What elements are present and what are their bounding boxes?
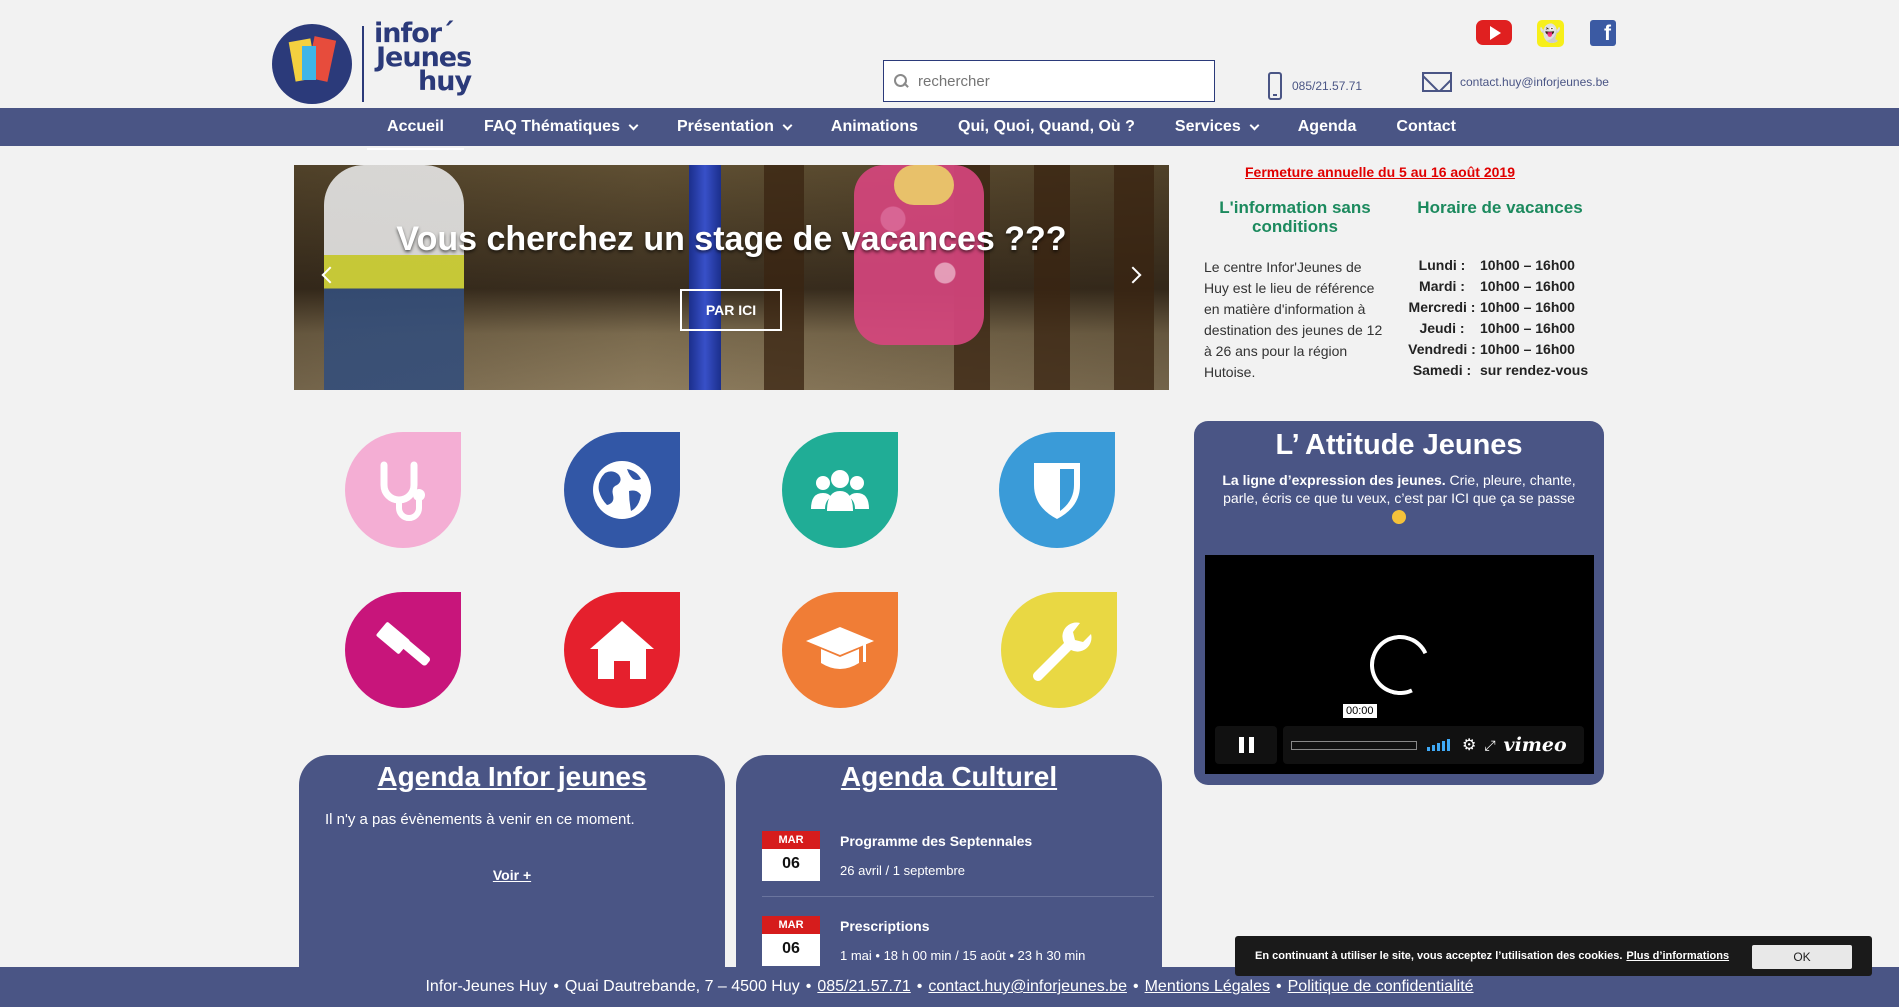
hours-row: Mercredi :10h00 – 16h00 <box>1408 299 1575 315</box>
nav-item-accueil[interactable]: Accueil <box>367 108 464 150</box>
header-email[interactable]: contact.huy@inforjeunes.be <box>1422 72 1609 92</box>
vimeo-logo[interactable]: vimeo <box>1504 734 1567 756</box>
phone-icon <box>1268 72 1282 100</box>
hours-row: Lundi :10h00 – 16h00 <box>1418 257 1575 273</box>
event-item[interactable]: MAR 06 Prescriptions 1 mai • 18 h 00 min… <box>762 916 1154 966</box>
house-icon <box>590 621 654 679</box>
footer-phone-link[interactable]: 085/21.57.71 <box>817 978 910 996</box>
pause-button[interactable] <box>1215 726 1277 764</box>
theme-protection[interactable] <box>999 432 1115 548</box>
youtube-icon[interactable] <box>1476 20 1512 45</box>
video-player[interactable]: 00:00 ⚙ ⤢ vimeo <box>1205 555 1594 774</box>
chevron-down-icon <box>1249 120 1260 130</box>
video-time: 00:00 <box>1343 704 1377 718</box>
agenda-infor-title[interactable]: Agenda Infor jeunes <box>299 761 725 793</box>
globe-icon <box>593 461 651 519</box>
event-dates: 1 mai • 18 h 00 min / 15 août • 23 h 30 … <box>840 948 1086 963</box>
fullscreen-icon[interactable]: ⤢ <box>1484 737 1495 754</box>
agenda-empty-message: Il n'y a pas évènements à venir en ce mo… <box>325 811 635 828</box>
attitude-jeunes-panel: L’ Attitude Jeunes La ligne d’expression… <box>1194 421 1604 785</box>
hours-row: Samedi : sur rendez-vous <box>1412 362 1589 378</box>
theme-services[interactable] <box>1001 592 1117 708</box>
nav-item-qui-quoi[interactable]: Qui, Quoi, Quand, Où ? <box>938 108 1155 146</box>
gear-icon[interactable]: ⚙ <box>1462 735 1476 755</box>
cookie-more-link[interactable]: Plus d’informations <box>1626 950 1729 962</box>
nav-item-presentation[interactable]: Présentation <box>657 108 811 146</box>
video-scrubber[interactable] <box>1291 740 1417 750</box>
cookie-text: En continuant à utiliser le site, vous a… <box>1255 950 1623 962</box>
loading-spinner-icon <box>1361 626 1439 704</box>
search-box[interactable] <box>883 60 1215 102</box>
stethoscope-icon <box>380 461 425 521</box>
attitude-text: La ligne d’expression des jeunes. Crie, … <box>1210 471 1588 525</box>
main-nav: Accueil FAQ Thématiques Présentation Ani… <box>0 108 1899 150</box>
header-email-address: contact.huy@inforjeunes.be <box>1460 75 1609 89</box>
chevron-down-icon <box>782 120 793 130</box>
theme-justice[interactable] <box>345 592 461 708</box>
hours-title: Horaire de vacances <box>1417 198 1583 217</box>
gavel-icon <box>376 622 431 666</box>
hero-title: Vous cherchez un stage de vacances ??? <box>396 220 1067 258</box>
theme-health[interactable] <box>345 432 461 548</box>
nav-item-animations[interactable]: Animations <box>811 108 938 146</box>
shield-icon <box>1034 463 1080 519</box>
graduation-cap-icon <box>806 627 874 669</box>
event-dates: 26 avril / 1 septembre <box>840 863 966 878</box>
closure-notice[interactable]: Fermeture annuelle du 5 au 16 août 2019 <box>1190 164 1570 180</box>
nav-item-services[interactable]: Services <box>1155 108 1278 146</box>
group-icon <box>811 470 869 511</box>
nav-item-faq[interactable]: FAQ Thématiques <box>464 108 657 146</box>
envelope-icon <box>1422 72 1452 92</box>
header-phone-number: 085/21.57.71 <box>1292 79 1363 93</box>
site-header: infor´ Jeunes huy 👻 f 085/21.57.71 conta… <box>0 0 1899 108</box>
wrench-icon <box>1033 622 1092 681</box>
footer-privacy-link[interactable]: Politique de confidentialité <box>1288 978 1474 996</box>
theme-education[interactable] <box>782 592 898 708</box>
event-title[interactable]: Prescriptions <box>840 918 1085 934</box>
calendar-date-badge: MAR 06 <box>762 916 820 966</box>
footer-org: Infor-Jeunes Huy <box>425 978 548 995</box>
footer-legal-link[interactable]: Mentions Légales <box>1145 978 1270 996</box>
chevron-down-icon <box>628 120 639 130</box>
event-item[interactable]: MAR 06 Programme des Septennales 26 avri… <box>762 831 1154 897</box>
hero-slider: Vous cherchez un stage de vacances ??? P… <box>294 165 1169 390</box>
hours-table: Lundi :10h00 – 16h00 Mardi :10h00 – 16h0… <box>1404 255 1588 381</box>
footer-email-link[interactable]: contact.huy@inforjeunes.be <box>928 978 1127 996</box>
volume-icon[interactable] <box>1427 739 1450 751</box>
hours-row: Mardi :10h00 – 16h00 <box>1419 278 1575 294</box>
agenda-more-link[interactable]: Voir + <box>299 867 725 883</box>
info-title: L'information sans conditions <box>1219 198 1371 236</box>
theme-world[interactable] <box>564 432 680 548</box>
header-phone[interactable]: 085/21.57.71 <box>1268 72 1362 100</box>
facebook-icon[interactable]: f <box>1590 20 1616 46</box>
video-controls: 00:00 ⚙ ⤢ vimeo <box>1215 704 1584 764</box>
nav-item-contact[interactable]: Contact <box>1376 108 1476 146</box>
hours-row: Jeudi :10h00 – 16h00 <box>1419 320 1575 336</box>
agenda-culturel-title[interactable]: Agenda Culturel <box>736 761 1162 793</box>
hours-row: Vendredi :10h00 – 16h00 <box>1408 341 1575 357</box>
smiley-icon <box>1392 510 1406 525</box>
theme-groups[interactable] <box>782 432 898 548</box>
cookie-ok-button[interactable]: OK <box>1752 945 1852 969</box>
logo-emblem <box>272 24 352 104</box>
nav-item-agenda[interactable]: Agenda <box>1278 108 1377 146</box>
hero-cta-button[interactable]: PAR ICI <box>680 289 782 331</box>
event-title[interactable]: Programme des Septennales <box>840 833 1032 849</box>
theme-housing[interactable] <box>564 592 680 708</box>
site-logo[interactable]: infor´ Jeunes huy <box>272 18 482 104</box>
calendar-date-badge: MAR 06 <box>762 831 820 881</box>
info-description: Le centre Infor'Jeunes de Huy est le lie… <box>1204 259 1383 380</box>
footer-address: Quai Dautrebande, 7 – 4500 Huy <box>564 978 800 995</box>
search-icon <box>894 74 908 88</box>
video-progress-area: 00:00 ⚙ ⤢ vimeo <box>1283 704 1584 764</box>
search-input[interactable] <box>918 72 1198 90</box>
snapchat-icon[interactable]: 👻 <box>1537 20 1564 47</box>
cookie-banner: En continuant à utiliser le site, vous a… <box>1235 936 1872 976</box>
attitude-title: L’ Attitude Jeunes <box>1275 429 1523 461</box>
logo-wordmark: infor´ Jeunes huy <box>374 18 472 97</box>
